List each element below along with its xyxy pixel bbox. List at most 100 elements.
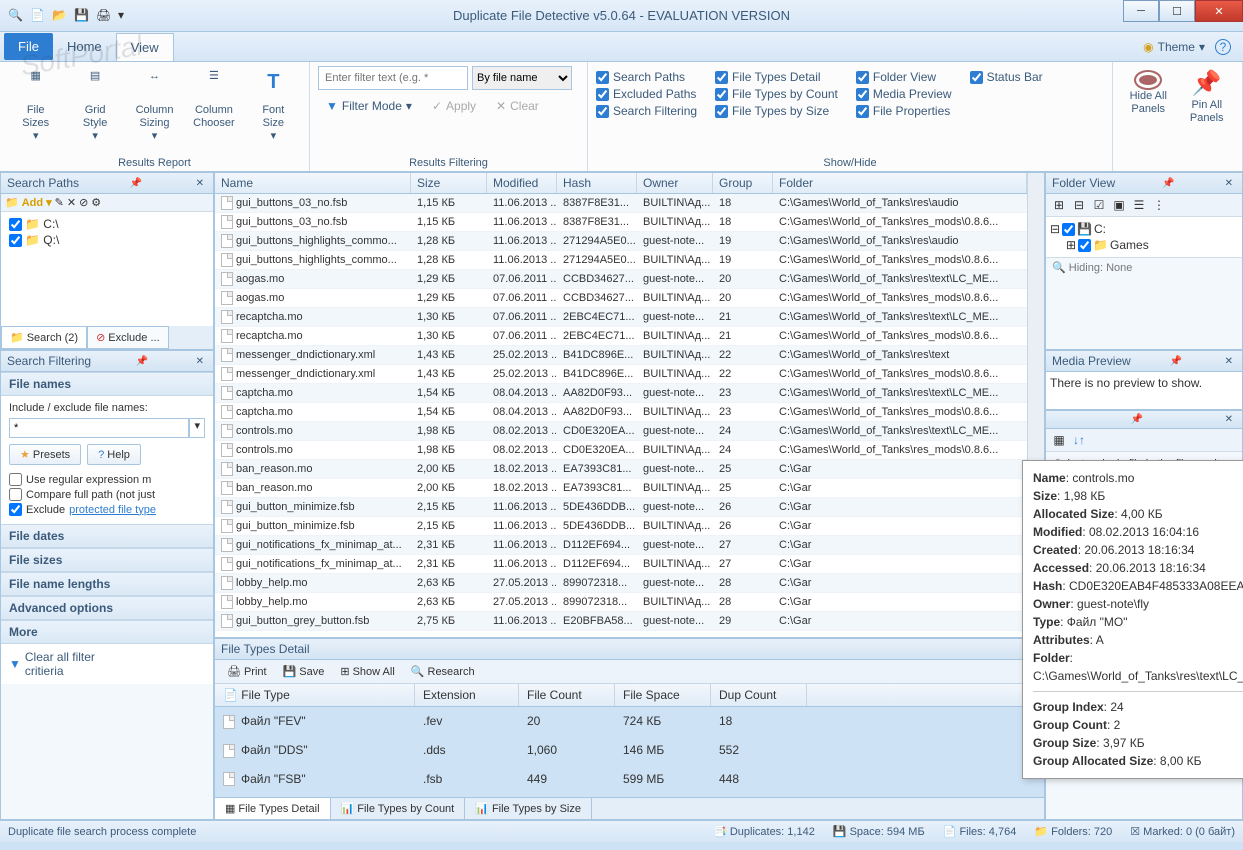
col-dup-count[interactable]: Dup Count: [711, 684, 807, 706]
showhide-checkbox[interactable]: Search Filtering: [596, 104, 697, 118]
column-chooser-button[interactable]: ☰Column Chooser: [186, 66, 241, 134]
table-row[interactable]: gui_notifications_fx_minimap_at...2,31 К…: [215, 555, 1027, 574]
table-row[interactable]: gui_button_grey_button.fsb2,75 КБ11.06.2…: [215, 612, 1027, 631]
show-all-button[interactable]: ⊞ Show All: [334, 663, 400, 680]
compare-full-checkbox[interactable]: [9, 488, 22, 501]
file-sizes-button[interactable]: ▦File Sizes▾: [8, 66, 63, 148]
showhide-checkbox[interactable]: File Types Detail: [715, 70, 838, 84]
table-row[interactable]: lobby_help.mo2,63 КБ27.05.2013 ...899072…: [215, 593, 1027, 612]
table-row[interactable]: gui_button_minimize.fsb2,15 КБ11.06.2013…: [215, 498, 1027, 517]
table-row[interactable]: gui_buttons_highlights_commo...1,28 КБ11…: [215, 232, 1027, 251]
showhide-checkbox[interactable]: File Types by Size: [715, 104, 838, 118]
edit-icon[interactable]: ✎: [55, 196, 64, 209]
table-row[interactable]: gui_buttons_highlights_commo...1,28 КБ11…: [215, 251, 1027, 270]
list-icon[interactable]: ☰: [1130, 196, 1148, 214]
pin-all-panels-button[interactable]: 📌Pin All Panels: [1180, 66, 1235, 129]
expand-all-icon[interactable]: ⊞: [1050, 196, 1068, 214]
more-section[interactable]: More: [1, 620, 213, 644]
clear-button[interactable]: ✕Clear: [488, 96, 547, 116]
drive-item[interactable]: 📁 C:\: [5, 216, 209, 232]
menu-view[interactable]: View: [116, 33, 174, 61]
table-row[interactable]: gui_buttons_03_no.fsb1,15 КБ11.06.2013 .…: [215, 213, 1027, 232]
font-size-button[interactable]: TFont Size▾: [246, 66, 301, 148]
gear-icon[interactable]: ⚙: [91, 196, 101, 209]
table-row[interactable]: lobby_help.mo2,63 КБ27.05.2013 ...899072…: [215, 574, 1027, 593]
tree-icon[interactable]: ⋮: [1150, 196, 1168, 214]
theme-button[interactable]: ◉Theme▾ ?: [1135, 35, 1239, 59]
filter-by-select[interactable]: By file name: [472, 66, 572, 90]
clear-filter-button[interactable]: ▼Clear all filter critieria: [1, 644, 213, 684]
categorized-icon[interactable]: ▦: [1050, 431, 1068, 449]
file-sizes-section[interactable]: File sizes: [1, 548, 213, 572]
file-type-row[interactable]: Файл "FEV".fev20724 КБ18: [215, 707, 1044, 736]
tree-node-c[interactable]: ⊟💾C:: [1050, 221, 1238, 237]
minimize-button[interactable]: ─: [1123, 0, 1159, 22]
filter-text-input[interactable]: [318, 66, 468, 90]
grid-style-button[interactable]: ▤Grid Style▾: [67, 66, 122, 148]
pin-icon[interactable]: 📌: [1128, 414, 1146, 425]
exclude-protected-checkbox[interactable]: [9, 503, 22, 516]
table-row[interactable]: ban_reason.mo2,00 КБ18.02.2013 ...EA7393…: [215, 479, 1027, 498]
tab-exclude[interactable]: ⊘ Exclude ...: [87, 326, 169, 349]
tree-node-games[interactable]: ⊞📁Games: [1050, 237, 1238, 253]
block-icon[interactable]: ⊘: [79, 196, 88, 209]
table-row[interactable]: aogas.mo1,29 КБ07.06.2011 ...CCBD34627..…: [215, 289, 1027, 308]
file-name-lengths-section[interactable]: File name lengths: [1, 572, 213, 596]
table-row[interactable]: messenger_dndictionary.xml1,43 КБ25.02.2…: [215, 365, 1027, 384]
table-row[interactable]: ban_reason.mo2,00 КБ18.02.2013 ...EA7393…: [215, 460, 1027, 479]
protected-types-link[interactable]: protected file type: [69, 504, 156, 516]
col-modified[interactable]: Modified: [487, 173, 557, 193]
menu-file[interactable]: File: [4, 33, 53, 60]
maximize-button[interactable]: ☐: [1159, 0, 1195, 22]
pattern-input[interactable]: [9, 418, 189, 438]
showhide-checkbox[interactable]: Media Preview: [856, 87, 952, 101]
col-file-space[interactable]: File Space: [615, 684, 711, 706]
col-hash[interactable]: Hash: [557, 173, 637, 193]
showhide-checkbox[interactable]: File Properties: [856, 104, 952, 118]
tab-search[interactable]: 📁 Search (2): [1, 326, 87, 349]
col-extension[interactable]: Extension: [415, 684, 519, 706]
collapse-all-icon[interactable]: ⊟: [1070, 196, 1088, 214]
help-button[interactable]: ?Help: [87, 444, 141, 465]
drive-item[interactable]: 📁 Q:\: [5, 232, 209, 248]
delete-icon[interactable]: ✕: [67, 196, 76, 209]
filter-mode-button[interactable]: ▼Filter Mode▾: [318, 96, 420, 116]
close-button[interactable]: ✕: [1195, 0, 1243, 22]
table-row[interactable]: recaptcha.mo1,30 КБ07.06.2011 ...2EBC4EC…: [215, 308, 1027, 327]
pin-icon[interactable]: 📌: [127, 178, 145, 189]
showhide-checkbox[interactable]: Search Paths: [596, 70, 697, 84]
showhide-checkbox[interactable]: Folder View: [856, 70, 952, 84]
presets-button[interactable]: ★Presets: [9, 444, 81, 465]
table-row[interactable]: controls.mo1,98 КБ08.02.2013 ...CD0E320E…: [215, 441, 1027, 460]
table-row[interactable]: aogas.mo1,29 КБ07.06.2011 ...CCBD34627..…: [215, 270, 1027, 289]
toggle-icon[interactable]: ▣: [1110, 196, 1128, 214]
col-owner[interactable]: Owner: [637, 173, 713, 193]
table-row[interactable]: gui_buttons_03_no.fsb1,15 КБ11.06.2013 .…: [215, 194, 1027, 213]
close-icon[interactable]: ✕: [193, 356, 207, 367]
print-icon[interactable]: 🖨: [96, 8, 112, 24]
col-group[interactable]: Group: [713, 173, 773, 193]
showhide-checkbox[interactable]: File Types by Count: [715, 87, 838, 101]
menu-home[interactable]: Home: [53, 33, 116, 60]
col-file-count[interactable]: File Count: [519, 684, 615, 706]
tab-ft-count[interactable]: 📊 File Types by Count: [331, 798, 466, 819]
col-file-type[interactable]: 📄 File Type: [215, 684, 415, 706]
pin-icon[interactable]: 📌: [133, 356, 151, 367]
file-names-section[interactable]: File names: [1, 372, 213, 396]
close-icon[interactable]: ✕: [1222, 356, 1236, 367]
qat-more-icon[interactable]: ▾: [118, 8, 134, 24]
showhide-checkbox[interactable]: Excluded Paths: [596, 87, 697, 101]
help-icon[interactable]: ?: [1215, 39, 1231, 55]
pin-icon[interactable]: 📌: [1159, 178, 1177, 189]
search-icon[interactable]: 🔍: [8, 8, 24, 24]
table-row[interactable]: gui_button_minimize.fsb2,15 КБ11.06.2013…: [215, 517, 1027, 536]
col-size[interactable]: Size: [411, 173, 487, 193]
file-type-row[interactable]: Файл "FSB".fsb449599 МБ448: [215, 765, 1044, 794]
tab-ft-detail[interactable]: ▦ File Types Detail: [215, 798, 331, 819]
table-row[interactable]: captcha.mo1,54 КБ08.04.2013 ...AA82D0F93…: [215, 384, 1027, 403]
tab-ft-size[interactable]: 📊 File Types by Size: [465, 798, 592, 819]
print-button[interactable]: 🖨 Print: [221, 663, 273, 680]
dropdown-icon[interactable]: ▾: [189, 418, 205, 438]
table-row[interactable]: controls.mo1,98 КБ08.02.2013 ...CD0E320E…: [215, 422, 1027, 441]
pin-icon[interactable]: 📌: [1167, 356, 1185, 367]
